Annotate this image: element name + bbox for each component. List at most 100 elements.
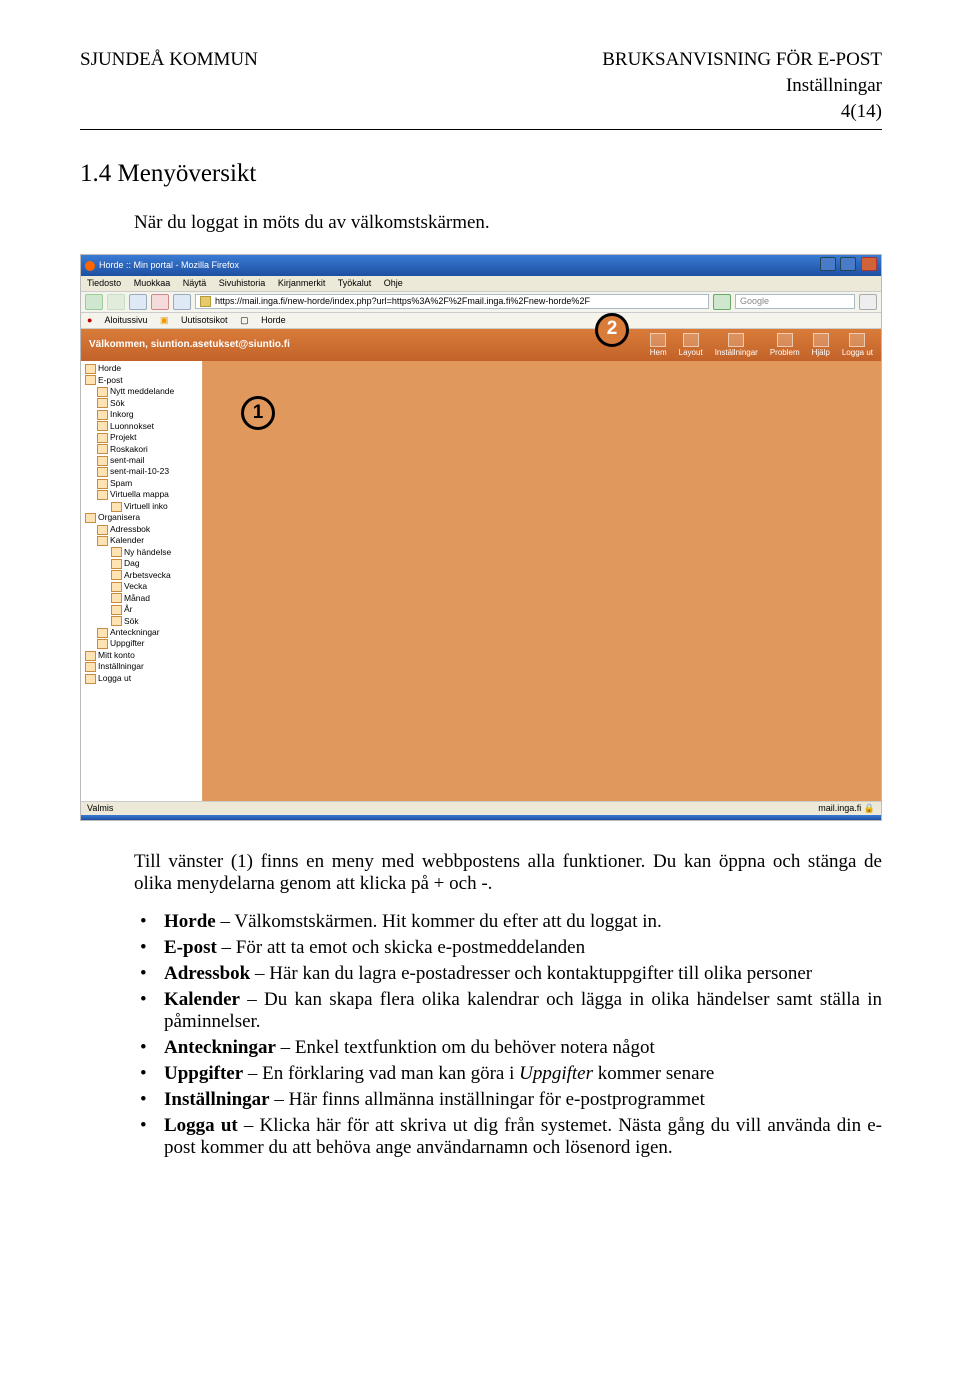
tree-item[interactable]: Virtuella mappa: [83, 489, 200, 500]
menu-item[interactable]: Sivuhistoria: [219, 278, 266, 288]
folder-icon: [111, 593, 122, 603]
menu-item[interactable]: Muokkaa: [134, 278, 171, 288]
settings-icon[interactable]: Inställningar: [715, 333, 758, 358]
tree-item-label: Kalender: [110, 535, 144, 545]
tree-item[interactable]: E-post: [83, 375, 200, 386]
tree-item[interactable]: Logga ut: [83, 673, 200, 684]
bullet-bold: Anteckningar: [164, 1037, 276, 1058]
folder-icon: [97, 467, 108, 477]
layout-icon[interactable]: Layout: [679, 333, 703, 358]
tree-item-label: Sök: [110, 398, 125, 408]
folder-icon: [85, 375, 96, 385]
tree-item[interactable]: Sök: [83, 398, 200, 409]
tree-item[interactable]: sent-mail: [83, 455, 200, 466]
tree-item-label: E-post: [98, 375, 123, 385]
tree-item-label: Virtuella mappa: [110, 489, 169, 499]
tree-item[interactable]: Vecka: [83, 581, 200, 592]
bookmark-item[interactable]: Uutisotsikot: [181, 315, 228, 325]
bullet-bold: Adressbok: [164, 963, 250, 984]
tree-item-label: Vecka: [124, 581, 147, 591]
reload-button[interactable]: [129, 294, 147, 310]
home-icon[interactable]: Hem: [650, 333, 667, 358]
tree-item[interactable]: Roskakori: [83, 444, 200, 455]
search-submit[interactable]: [859, 294, 877, 310]
stop-button[interactable]: [151, 294, 169, 310]
folder-icon: [111, 616, 122, 626]
tree-item[interactable]: Nytt meddelande: [83, 386, 200, 397]
tree-item[interactable]: Luonnokset: [83, 421, 200, 432]
problem-icon[interactable]: Problem: [770, 333, 800, 358]
logout-icon[interactable]: Logga ut: [842, 333, 873, 358]
url-bar[interactable]: https://mail.inga.fi/new-horde/index.php…: [195, 294, 709, 309]
tree-item-label: Anteckningar: [110, 627, 160, 637]
tree-item[interactable]: Projekt: [83, 432, 200, 443]
folder-icon: [111, 605, 122, 615]
browser-navbar: https://mail.inga.fi/new-horde/index.php…: [81, 292, 881, 313]
tree-item[interactable]: sent-mail-10-23: [83, 466, 200, 477]
bullet-item: Uppgifter – En förklaring vad man kan gö…: [164, 1063, 882, 1085]
tree-item-label: Inställningar: [98, 661, 144, 671]
search-box[interactable]: Google: [735, 294, 855, 309]
forward-button[interactable]: [107, 294, 125, 310]
tree-item[interactable]: Ny händelse: [83, 547, 200, 558]
tree-item[interactable]: Spam: [83, 478, 200, 489]
welcome-text: Välkommen, siuntion.asetukset@siuntio.fi: [89, 339, 290, 351]
folder-icon: [111, 502, 122, 512]
lock-icon: [200, 296, 211, 307]
tree-item-label: Projekt: [110, 432, 136, 442]
tree-item-label: Adressbok: [110, 524, 150, 534]
bullet-list: Horde – Välkomstskärmen. Hit kommer du e…: [134, 911, 882, 1159]
tree-item[interactable]: Arbetsvecka: [83, 570, 200, 581]
help-icon[interactable]: Hjälp: [812, 333, 830, 358]
bookmark-item[interactable]: Horde: [261, 315, 286, 325]
tree-item[interactable]: Uppgifter: [83, 638, 200, 649]
tree-item-label: sent-mail: [110, 455, 144, 465]
menu-item[interactable]: Näytä: [183, 278, 207, 288]
tree-item[interactable]: Organisera: [83, 512, 200, 523]
header-icons: Hem Layout Inställningar Problem Hjälp L…: [650, 333, 873, 358]
folder-icon: [111, 547, 122, 557]
tree-item[interactable]: Mitt konto: [83, 650, 200, 661]
tree-item[interactable]: År: [83, 604, 200, 615]
folder-icon: [97, 536, 108, 546]
bullet-bold: Uppgifter: [164, 1063, 243, 1084]
tree-item[interactable]: Inkorg: [83, 409, 200, 420]
tree-item-label: Ny händelse: [124, 547, 171, 557]
close-button[interactable]: [861, 257, 877, 271]
bullet-item: Adressbok – Här kan du lagra e-postadres…: [164, 963, 882, 985]
browser-menubar: Tiedosto Muokkaa Näytä Sivuhistoria Kirj…: [81, 276, 881, 292]
menu-item[interactable]: Ohje: [384, 278, 403, 288]
folder-icon: [97, 387, 108, 397]
home-button[interactable]: [173, 294, 191, 310]
tree-item[interactable]: Sök: [83, 616, 200, 627]
bullet-bold: Horde: [164, 911, 216, 932]
tree-item[interactable]: Månad: [83, 593, 200, 604]
back-button[interactable]: [85, 294, 103, 310]
maximize-button[interactable]: [840, 257, 856, 271]
page-number: 4(14): [841, 100, 882, 124]
menu-item[interactable]: Tiedosto: [87, 278, 121, 288]
folder-icon: [97, 410, 108, 420]
folder-icon: [85, 662, 96, 672]
search-engine-label: Google: [740, 296, 769, 306]
bullet-item: Anteckningar – Enkel textfunktion om du …: [164, 1037, 882, 1059]
tree-item[interactable]: Virtuell inko: [83, 501, 200, 512]
tree-item-label: Arbetsvecka: [124, 570, 171, 580]
bookmark-item[interactable]: Aloitussivu: [104, 315, 147, 325]
tree-item[interactable]: Dag: [83, 558, 200, 569]
tree-item[interactable]: Horde: [83, 363, 200, 374]
menu-item[interactable]: Kirjanmerkit: [278, 278, 326, 288]
tree-item[interactable]: Anteckningar: [83, 627, 200, 638]
nav-tree[interactable]: HordeE-postNytt meddelandeSökInkorgLuonn…: [81, 361, 203, 801]
tree-item[interactable]: Inställningar: [83, 661, 200, 672]
tree-item[interactable]: Kalender: [83, 535, 200, 546]
tree-item-label: Virtuell inko: [124, 501, 168, 511]
menu-item[interactable]: Työkalut: [338, 278, 372, 288]
intro-text: När du loggat in möts du av välkomstskär…: [134, 212, 882, 234]
minimize-button[interactable]: [820, 257, 836, 271]
window-title: Horde :: Min portal - Mozilla Firefox: [99, 260, 239, 271]
folder-icon: [85, 513, 96, 523]
tree-item[interactable]: Adressbok: [83, 524, 200, 535]
screenshot: Horde :: Min portal - Mozilla Firefox Ti…: [80, 254, 882, 821]
go-button[interactable]: [713, 294, 731, 310]
